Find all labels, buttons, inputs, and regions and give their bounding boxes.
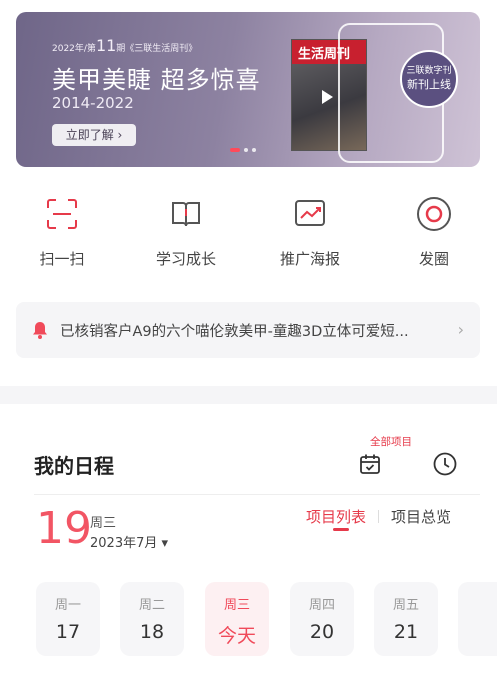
action-label: 扫一扫: [39, 250, 85, 268]
week-day-item[interactable]: 周四 20: [290, 582, 354, 656]
banner-issue-line: 2022年/第11期《三联生活周刊》: [52, 36, 198, 55]
active-tab-indicator: [333, 528, 349, 531]
current-weekday: 周三: [90, 516, 117, 531]
banner-headline: 美甲美睫 超多惊喜: [52, 66, 261, 94]
new-issue-badge: 三联数字刊 新刊上线: [400, 50, 458, 108]
action-poster[interactable]: 推广海报: [265, 194, 355, 269]
carousel-dots[interactable]: [230, 148, 256, 152]
week-day-item-partial[interactable]: [458, 582, 497, 656]
circle-target-icon: [414, 194, 454, 234]
section-divider: [0, 386, 497, 404]
notice-bar[interactable]: 已核销客户A9的六个喵伦敦美甲-童趣3D立体可爱短... ›: [16, 302, 480, 358]
tab-project-overview[interactable]: 项目总览: [391, 506, 451, 527]
week-day-item[interactable]: 周五 21: [374, 582, 438, 656]
play-icon[interactable]: [322, 90, 333, 104]
chevron-right-icon: ›: [457, 320, 464, 339]
schedule-title: 我的日程: [34, 454, 114, 478]
schedule-tabs: 项目列表 项目总览: [306, 506, 451, 527]
tab-project-list[interactable]: 项目列表: [306, 506, 366, 527]
divider-line: [34, 494, 480, 495]
calendar-check-icon[interactable]: [358, 452, 382, 476]
action-learning[interactable]: 学习成长: [141, 194, 231, 269]
promo-banner[interactable]: 2022年/第11期《三联生活周刊》 美甲美睫 超多惊喜 2014-2022 立…: [16, 12, 480, 167]
action-label: 学习成长: [155, 250, 216, 268]
book-icon: [166, 194, 206, 234]
month-picker[interactable]: 2023年7月 ▾: [90, 532, 168, 551]
tab-separator: [378, 510, 380, 523]
action-scan[interactable]: 扫一扫: [17, 194, 107, 269]
week-day-item[interactable]: 周二 18: [120, 582, 184, 656]
current-date-day: 19: [36, 503, 92, 554]
action-label: 推广海报: [279, 250, 340, 268]
learn-more-button[interactable]: 立即了解 ›: [52, 124, 136, 146]
action-label: 发圈: [418, 250, 449, 268]
scan-icon: [42, 194, 82, 234]
action-moments[interactable]: 发圈: [389, 194, 479, 269]
banner-years: 2014-2022: [52, 94, 134, 112]
all-projects-label[interactable]: 全部项目: [370, 434, 412, 449]
poster-trend-icon: [290, 194, 330, 234]
clock-icon[interactable]: [432, 451, 458, 477]
week-day-today[interactable]: 周三 今天: [205, 582, 269, 656]
carousel-dot[interactable]: [244, 148, 248, 152]
notice-text: 已核销客户A9的六个喵伦敦美甲-童趣3D立体可爱短...: [60, 323, 409, 340]
quick-actions: 扫一扫 学习成长 推广海报 发圈: [0, 194, 497, 274]
bell-icon: [33, 322, 47, 339]
carousel-dot[interactable]: [230, 148, 240, 152]
carousel-dot[interactable]: [252, 148, 256, 152]
week-day-item[interactable]: 周一 17: [36, 582, 100, 656]
